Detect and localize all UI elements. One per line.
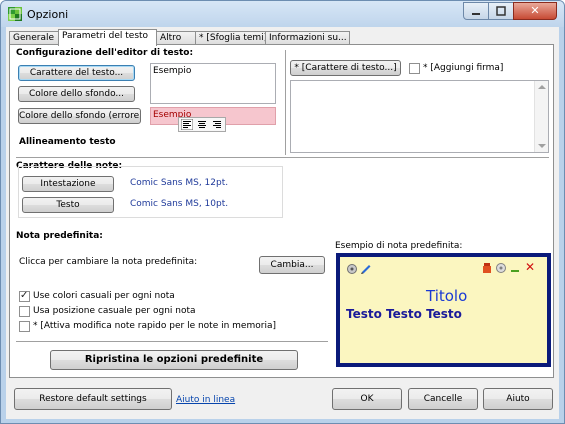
note-preview-text: Testo Testo Testo xyxy=(346,307,462,321)
quick-edit-checkbox[interactable] xyxy=(19,321,30,332)
align-left-icon[interactable] xyxy=(181,119,193,130)
add-signature-checkbox[interactable] xyxy=(409,63,420,74)
minimize-icon xyxy=(472,13,480,15)
tab-informazioni[interactable]: Informazioni su... xyxy=(265,31,350,45)
tab-altro[interactable]: Altro xyxy=(156,31,196,45)
close-icon: ✕ xyxy=(530,4,540,17)
cancel-button[interactable]: Cancelle xyxy=(408,388,478,410)
tab-generale[interactable]: Generale xyxy=(9,31,59,45)
scroll-down-icon[interactable] xyxy=(538,143,546,149)
note-settings-icon xyxy=(496,263,506,273)
note-alarm-icon xyxy=(483,263,491,273)
pencil-icon xyxy=(361,265,371,274)
bg-color-button[interactable]: Colore dello sfondo... xyxy=(18,86,135,102)
window-title: Opzioni xyxy=(27,8,69,21)
ok-button[interactable]: OK xyxy=(332,388,402,410)
alignment-title: Allineamento testo xyxy=(19,137,116,147)
section-divider xyxy=(285,50,286,155)
help-button[interactable]: Aiuto xyxy=(483,388,553,410)
quick-edit-label: * [Attiva modifica note rapido per le no… xyxy=(33,321,276,331)
pin-icon xyxy=(347,264,357,274)
tab-parametri-testo[interactable]: Parametri del testo xyxy=(58,29,157,46)
align-right-icon[interactable] xyxy=(211,119,223,130)
sample-textbox[interactable]: Esempio xyxy=(150,63,276,104)
random-colors-checkbox[interactable] xyxy=(19,290,30,302)
close-button[interactable]: ✕ xyxy=(513,2,557,20)
help-online-link[interactable]: Aiuto in linea xyxy=(176,395,235,405)
minimize-button[interactable] xyxy=(463,2,489,20)
restore-options-button[interactable]: Ripristina le opzioni predefinite xyxy=(50,350,298,370)
note-preview-label: Esempio di nota predefinita: xyxy=(335,241,463,251)
restore-default-settings-button[interactable]: Restore default settings xyxy=(14,388,172,410)
change-note-text: Clicca per cambiare la nota predefinita: xyxy=(19,257,198,267)
app-icon xyxy=(8,7,22,21)
dialog-client: Generale Parametri del testo Altro * [Sf… xyxy=(6,27,559,419)
signature-scrollbar[interactable] xyxy=(534,81,548,152)
maximize-button[interactable] xyxy=(488,2,514,20)
bg-error-color-button[interactable]: Colore dello sfondo (errore)... xyxy=(18,108,141,124)
random-position-label: Usa posizione casuale per ogni nota xyxy=(33,306,196,316)
header-font-button[interactable]: Intestazione xyxy=(22,176,114,192)
align-center-icon[interactable] xyxy=(196,119,208,130)
random-colors-label: Use colori casuali per ogni nota xyxy=(33,291,175,301)
options-divider xyxy=(16,341,328,342)
maximize-icon xyxy=(496,6,506,16)
title-bar[interactable]: Opzioni ✕ xyxy=(1,1,564,27)
default-note-title: Nota predefinita: xyxy=(16,231,103,241)
signature-font-button[interactable]: * [Carattere di testo...] xyxy=(290,60,401,76)
alignment-toolbar xyxy=(178,117,226,132)
horizontal-divider xyxy=(16,157,549,158)
random-position-checkbox[interactable] xyxy=(19,306,30,317)
change-note-button[interactable]: Cambia... xyxy=(259,256,325,274)
scroll-up-icon[interactable] xyxy=(538,84,546,90)
header-font-value: Comic Sans MS, 12pt. xyxy=(130,178,229,188)
text-font-button[interactable]: Testo xyxy=(22,197,114,213)
note-preview-title: Titolo xyxy=(426,287,468,305)
add-signature-label: * [Aggiungi firma] xyxy=(423,63,504,73)
note-preview-body: ✕ Titolo Testo Testo Testo xyxy=(340,257,547,363)
signature-textbox[interactable] xyxy=(290,80,549,153)
sample-text: Esempio xyxy=(153,66,192,76)
tab-sfoglia-temi[interactable]: * [Sfoglia temi] xyxy=(195,31,267,45)
editor-section-title: Configurazione dell'editor di testo: xyxy=(16,48,194,58)
note-close-icon: ✕ xyxy=(525,260,536,274)
text-font-value: Comic Sans MS, 10pt. xyxy=(130,199,229,209)
options-window: Opzioni ✕ Generale Parametri del testo A… xyxy=(0,0,565,424)
font-button[interactable]: Carattere del testo... xyxy=(18,65,135,81)
note-minimize-icon xyxy=(511,270,519,272)
note-preview: ✕ Titolo Testo Testo Testo xyxy=(336,253,551,367)
